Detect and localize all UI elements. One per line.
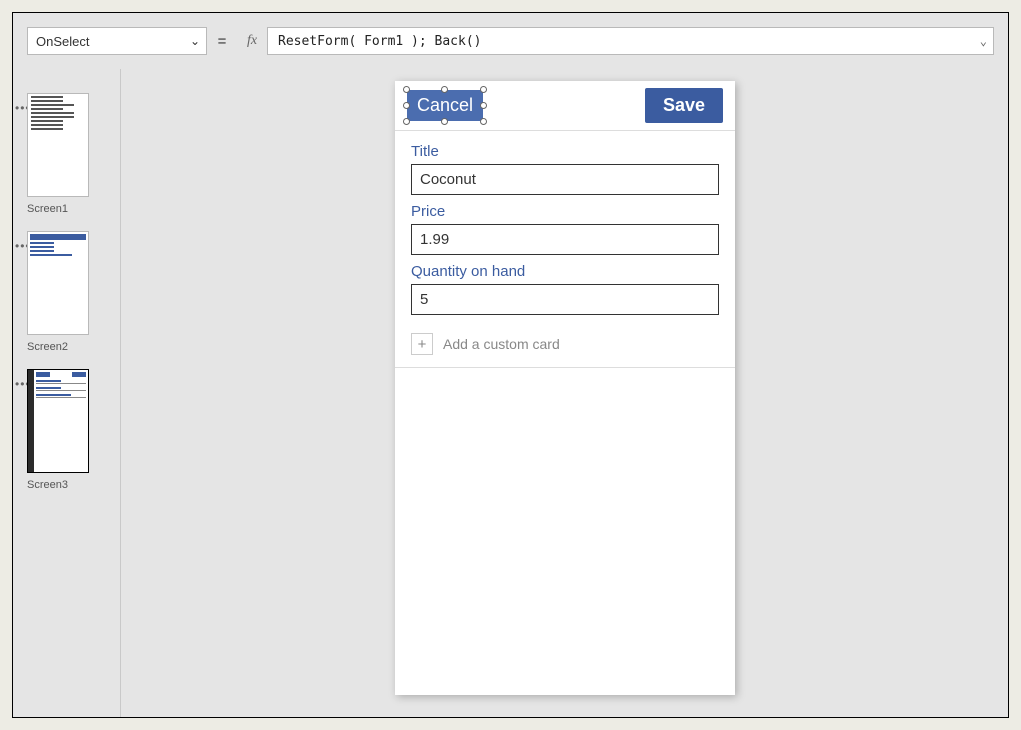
property-select[interactable]: OnSelect ⌄ (27, 27, 207, 55)
formula-input[interactable]: ResetForm( Form1 ); Back() ⌄ (267, 27, 994, 55)
quantity-field[interactable]: 5 (411, 284, 719, 315)
selection-handle[interactable] (441, 86, 448, 93)
screen-label: Screen2 (27, 341, 120, 353)
thumbnail-screen3[interactable] (27, 369, 89, 473)
screen-label: Screen3 (27, 479, 120, 491)
field-label-quantity: Quantity on hand (411, 263, 719, 280)
selection-handle[interactable] (480, 102, 487, 109)
cancel-button[interactable]: Cancel (407, 90, 483, 121)
app-screen: Cancel Save Title (395, 81, 735, 695)
save-button[interactable]: Save (645, 88, 723, 123)
add-card-label: Add a custom card (443, 336, 560, 352)
thumbnail-screen2[interactable] (27, 231, 89, 335)
property-select-value: OnSelect (36, 34, 89, 49)
cancel-button-label: Cancel (417, 95, 473, 115)
screen-thumb[interactable]: ••• Screen2 (13, 231, 120, 353)
formula-text: ResetForm( Form1 ); Back() (278, 34, 482, 49)
field-label-price: Price (411, 203, 719, 220)
thumbnail-screen1[interactable] (27, 93, 89, 197)
equals-sign: = (207, 27, 237, 55)
selection-handle[interactable] (480, 118, 487, 125)
formula-bar: OnSelect ⌄ = fx ResetForm( Form1 ); Back… (27, 27, 994, 55)
screen-thumb[interactable]: ••• Screen1 (13, 93, 120, 215)
save-button-label: Save (663, 95, 705, 115)
chevron-down-icon: ⌄ (190, 34, 200, 48)
plus-icon: + (411, 333, 433, 355)
form-body: Title Coconut Price 1.99 Quantity on han… (395, 131, 735, 368)
selection-handle[interactable] (441, 118, 448, 125)
editor-area: ••• Screen1 ••• (13, 69, 1008, 717)
chevron-down-icon[interactable]: ⌄ (980, 34, 987, 48)
selection-handle[interactable] (480, 86, 487, 93)
screen-label: Screen1 (27, 203, 120, 215)
title-field[interactable]: Coconut (411, 164, 719, 195)
screen-thumb[interactable]: ••• Screen3 (13, 369, 120, 491)
price-field[interactable]: 1.99 (411, 224, 719, 255)
add-custom-card[interactable]: + Add a custom card (411, 333, 719, 355)
app-frame: OnSelect ⌄ = fx ResetForm( Form1 ); Back… (12, 12, 1009, 718)
selection-handle[interactable] (403, 86, 410, 93)
app-header: Cancel Save (395, 81, 735, 131)
field-label-title: Title (411, 143, 719, 160)
canvas-area[interactable]: Cancel Save Title (121, 69, 1008, 717)
fx-icon[interactable]: fx (237, 27, 267, 55)
selection-handle[interactable] (403, 118, 410, 125)
selection-handle[interactable] (403, 102, 410, 109)
screens-panel: ••• Screen1 ••• (13, 69, 121, 717)
